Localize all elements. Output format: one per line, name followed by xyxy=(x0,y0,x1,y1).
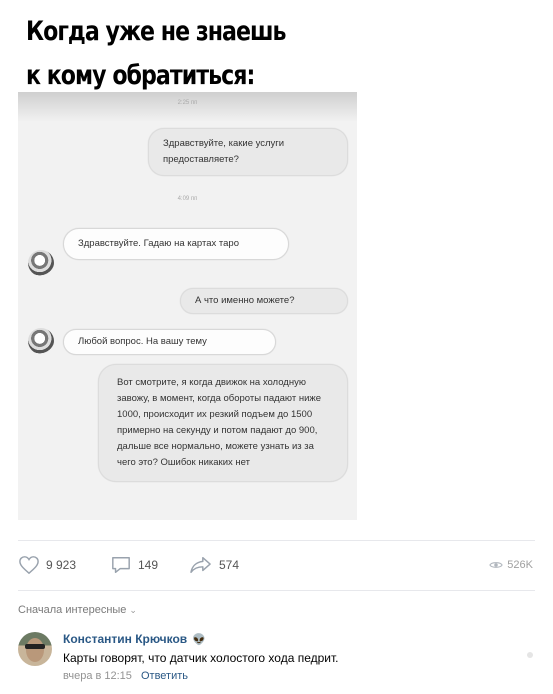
views-count: 526K xyxy=(507,559,533,571)
comment-author: Константин Крючков xyxy=(63,632,188,646)
share-count: 574 xyxy=(219,558,240,572)
chat-avatar xyxy=(28,250,54,276)
alien-icon: 👽 xyxy=(192,633,206,646)
chat-message-incoming: Любой вопрос. На вашу тему xyxy=(63,329,276,355)
divider xyxy=(18,540,535,541)
chat-message-incoming: Здравствуйте. Гадаю на картах таро xyxy=(63,228,289,260)
sort-label: Сначала интересные xyxy=(18,604,127,616)
chevron-down-icon: ⌄ xyxy=(129,604,137,615)
chat-screenshot: 2:25 пп Здравствуйте, какие услуги предо… xyxy=(18,92,357,520)
like-button[interactable]: 9 923 xyxy=(18,555,76,575)
comment-time[interactable]: вчера в 12:15 xyxy=(63,670,132,682)
more-dot-icon[interactable] xyxy=(527,652,533,658)
views-counter: 526K xyxy=(489,555,533,575)
comment: Константин Крючков 👽 Карты говорят, что … xyxy=(18,632,533,687)
post-title: Когда уже не знаешь к кому обратиться: xyxy=(26,16,287,91)
share-button[interactable]: 574 xyxy=(189,555,239,575)
chat-message-outgoing: Здравствуйте, какие услуги предоставляет… xyxy=(148,128,348,176)
chat-message-outgoing: Вот смотрите, я когда движок на холодную… xyxy=(98,364,348,482)
divider xyxy=(18,590,535,591)
comment-author-link[interactable]: Константин Крючков 👽 xyxy=(63,632,206,646)
comment-count: 149 xyxy=(138,558,159,572)
comment-text: Карты говорят, что датчик холостого хода… xyxy=(63,651,339,665)
comment-icon xyxy=(112,557,130,573)
comment-button[interactable]: 149 xyxy=(110,555,158,575)
chat-avatar xyxy=(28,328,54,354)
chat-timestamp: 2:25 пп xyxy=(177,100,198,106)
heart-icon xyxy=(19,556,39,575)
reply-button[interactable]: Ответить xyxy=(141,670,188,682)
chat-message-outgoing: А что именно можете? xyxy=(180,288,348,314)
share-icon xyxy=(190,557,211,573)
comment-sort-dropdown[interactable]: Сначала интересные ⌄ xyxy=(18,604,137,616)
eye-icon xyxy=(489,562,504,568)
comment-meta: вчера в 12:15 Ответить xyxy=(63,670,188,682)
chat-timestamp: 4:09 пп xyxy=(177,196,198,202)
like-count: 9 923 xyxy=(46,558,77,572)
post-actions: 9 923 149 574 526K xyxy=(18,555,533,575)
avatar[interactable] xyxy=(18,632,52,666)
